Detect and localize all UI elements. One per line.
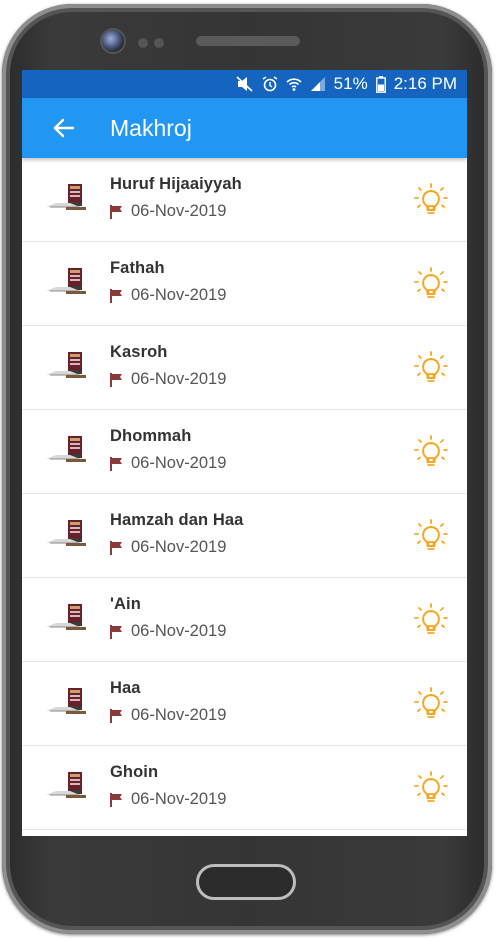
item-title: Haa (110, 679, 141, 697)
page-title: Makhroj (110, 114, 192, 141)
status-bar: 51% 2:16 PM (22, 70, 467, 98)
screen: 51% 2:16 PM Makhroj Huruf Hijaaiyyah 06-… (22, 70, 467, 836)
flag-icon (110, 792, 122, 807)
quran-book-thumbnail (46, 184, 86, 210)
status-time: 2:16 PM (393, 74, 457, 93)
flag-icon (110, 708, 122, 723)
sensor-dot (138, 38, 148, 48)
lightbulb-icon[interactable] (414, 771, 448, 805)
item-date: 06-Nov-2019 (131, 370, 227, 388)
list-item[interactable]: Dhommah 06-Nov-2019 (22, 410, 467, 494)
lightbulb-icon[interactable] (414, 519, 448, 553)
flag-icon (110, 456, 122, 471)
item-title: Dhommah (110, 427, 192, 445)
app-bar: Makhroj (22, 98, 467, 158)
item-title: Hamzah dan Haa (110, 511, 244, 529)
arrow-back-icon (53, 118, 75, 138)
list-item[interactable]: Huruf Hijaaiyyah 06-Nov-2019 (22, 158, 467, 242)
item-title: Ghoin (110, 763, 159, 781)
alarm-icon (262, 76, 278, 92)
battery-icon (375, 75, 386, 93)
list-item[interactable]: Hamzah dan Haa 06-Nov-2019 (22, 494, 467, 578)
earpiece-speaker (196, 36, 300, 46)
home-button[interactable] (196, 864, 296, 900)
flag-icon (110, 372, 122, 387)
flag-icon (110, 288, 122, 303)
wifi-icon (286, 78, 302, 91)
list-item[interactable]: Fathah 06-Nov-2019 (22, 242, 467, 326)
item-date: 06-Nov-2019 (131, 538, 227, 556)
lightbulb-icon[interactable] (414, 687, 448, 721)
item-date: 06-Nov-2019 (131, 622, 227, 640)
lightbulb-icon[interactable] (414, 351, 448, 385)
lightbulb-icon[interactable] (414, 183, 448, 217)
list-item[interactable]: Haa 06-Nov-2019 (22, 662, 467, 746)
quran-book-thumbnail (46, 604, 86, 630)
sensor-dot (154, 38, 164, 48)
lightbulb-icon[interactable] (414, 435, 448, 469)
item-date: 06-Nov-2019 (131, 202, 227, 220)
flag-icon (110, 540, 122, 555)
mute-icon (236, 76, 253, 92)
quran-book-thumbnail (46, 352, 86, 378)
back-button[interactable] (48, 112, 80, 144)
flag-icon (110, 204, 122, 219)
quran-book-thumbnail (46, 436, 86, 462)
list-item[interactable]: Kasroh 06-Nov-2019 (22, 326, 467, 410)
signal-icon (310, 77, 325, 91)
list-item[interactable]: 'Ain 06-Nov-2019 (22, 578, 467, 662)
quran-book-thumbnail (46, 268, 86, 294)
item-title: Kasroh (110, 343, 168, 361)
item-title: Fathah (110, 259, 165, 277)
lightbulb-icon[interactable] (414, 603, 448, 637)
item-title: Huruf Hijaaiyyah (110, 175, 242, 193)
lesson-list: Huruf Hijaaiyyah 06-Nov-2019 Fathah 06-N… (22, 158, 467, 830)
quran-book-thumbnail (46, 772, 86, 798)
flag-icon (110, 624, 122, 639)
front-camera (102, 30, 124, 52)
item-date: 06-Nov-2019 (131, 286, 227, 304)
quran-book-thumbnail (46, 688, 86, 714)
item-date: 06-Nov-2019 (131, 454, 227, 472)
list-item[interactable]: Ghoin 06-Nov-2019 (22, 746, 467, 830)
item-date: 06-Nov-2019 (131, 706, 227, 724)
item-date: 06-Nov-2019 (131, 790, 227, 808)
quran-book-thumbnail (46, 520, 86, 546)
item-title: 'Ain (110, 595, 141, 613)
battery-percent: 51% (333, 74, 368, 93)
lightbulb-icon[interactable] (414, 267, 448, 301)
